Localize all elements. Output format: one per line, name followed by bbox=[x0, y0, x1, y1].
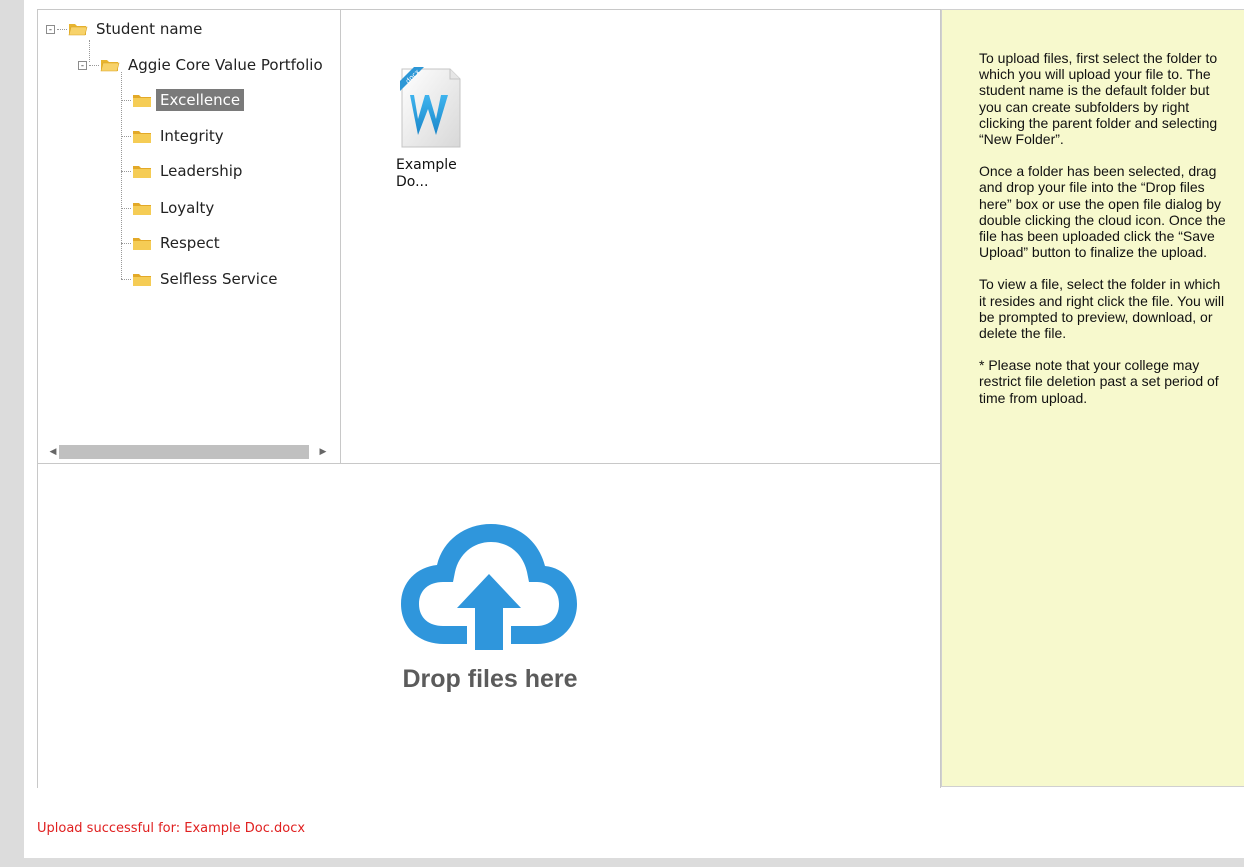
word-document-icon: docx bbox=[400, 67, 461, 148]
file-list-pane: docx Example Do... bbox=[341, 10, 940, 463]
folder-icon bbox=[133, 166, 151, 178]
tree-node-respect[interactable]: Respect bbox=[121, 230, 224, 256]
folder-icon bbox=[133, 274, 151, 286]
help-text: To upload files, first select the folder… bbox=[979, 50, 1229, 422]
tree-node-portfolio[interactable]: - Aggie Core Value Portfolio bbox=[78, 52, 327, 78]
help-panel: To upload files, first select the folder… bbox=[941, 9, 1244, 787]
left-gutter bbox=[0, 0, 24, 867]
folder-icon bbox=[133, 238, 151, 250]
file-name-line-2: Do... bbox=[396, 174, 429, 190]
tree-node-student-name[interactable]: - Student name bbox=[46, 16, 206, 42]
drop-files-label: Drop files here bbox=[402, 665, 578, 693]
collapse-toggle[interactable]: - bbox=[78, 60, 87, 70]
tree-node-integrity[interactable]: Integrity bbox=[121, 123, 228, 149]
help-paragraph-drag-drop: Once a folder has been selected, drag an… bbox=[979, 163, 1226, 261]
tree-node-label: Excellence bbox=[156, 89, 245, 111]
horizontal-scrollbar[interactable]: ◀ ▶ bbox=[38, 441, 340, 463]
file-item-example-doc[interactable]: docx Example Do... bbox=[396, 65, 486, 191]
tree-node-selfless-service[interactable]: Selfless Service bbox=[121, 266, 281, 292]
help-paragraph-view: To view a file, select the folder in whi… bbox=[979, 276, 1225, 342]
scroll-right-arrow-icon[interactable]: ▶ bbox=[315, 444, 331, 460]
open-folder-icon bbox=[100, 60, 120, 72]
cloud-upload-icon[interactable] bbox=[399, 522, 579, 652]
tree-node-label: Aggie Core Value Portfolio bbox=[128, 56, 323, 74]
tree-node-loyalty[interactable]: Loyalty bbox=[121, 195, 218, 221]
folder-tree-pane: - Student name - Aggie Core Value Portfo… bbox=[38, 10, 341, 463]
drop-zone[interactable]: Drop files here bbox=[38, 463, 940, 788]
tree-node-label: Loyalty bbox=[160, 199, 215, 217]
bottom-gutter bbox=[24, 858, 1244, 867]
help-paragraph-upload: To upload files, first select the folder… bbox=[979, 50, 1218, 148]
file-name: Example Do... bbox=[396, 157, 486, 191]
folder-icon bbox=[133, 95, 151, 107]
open-folder-icon bbox=[68, 24, 88, 36]
tree-node-label: Integrity bbox=[160, 127, 224, 145]
folder-icon bbox=[133, 203, 151, 215]
collapse-toggle[interactable]: - bbox=[46, 24, 55, 34]
help-paragraph-note: * Please note that your college may rest… bbox=[979, 357, 1219, 406]
tree-node-label: Respect bbox=[160, 234, 220, 252]
folder-tree: - Student name - Aggie Core Value Portfo… bbox=[38, 10, 340, 440]
tree-node-label: Leadership bbox=[160, 162, 243, 180]
scrollbar-thumb[interactable] bbox=[59, 445, 309, 459]
folder-icon bbox=[133, 131, 151, 143]
tree-node-excellence[interactable]: Excellence bbox=[121, 87, 245, 113]
tree-node-label: Selfless Service bbox=[160, 270, 278, 288]
tree-node-leadership[interactable]: Leadership bbox=[121, 158, 246, 184]
tree-node-label: Student name bbox=[96, 20, 203, 38]
upload-status-message: Upload successful for: Example Doc.docx bbox=[37, 821, 306, 836]
